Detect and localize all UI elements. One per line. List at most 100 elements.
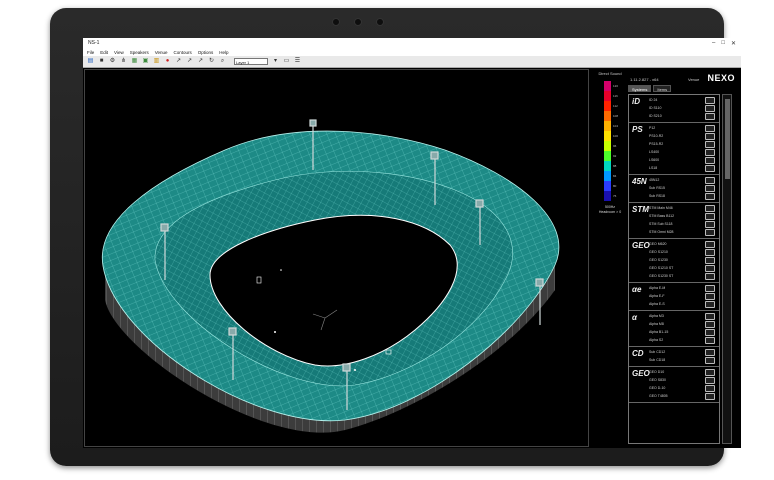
speaker-item-label: ID 24: [649, 98, 658, 102]
speaker-item-label: 45N12: [649, 178, 660, 182]
menu-venue[interactable]: Venue: [155, 50, 168, 55]
color-scale-step: [604, 121, 611, 131]
speaker-item-label: LS600: [649, 158, 660, 162]
speaker-icon: [705, 348, 715, 356]
speaker-icon: [705, 256, 715, 264]
speaker-icon: [705, 192, 715, 200]
color-scale-label: 76: [613, 194, 617, 198]
family-logo: CD: [632, 349, 644, 358]
speaker-item[interactable]: GEO S1230 ST: [629, 272, 719, 280]
speaker-item[interactable]: LS400: [629, 148, 719, 156]
speaker-item-label: GEO M620: [649, 242, 667, 246]
speaker-family: 45N 45N12 Sub RS15 Sub RS18: [629, 175, 719, 203]
speaker-icon: [705, 228, 715, 236]
zoom-icon[interactable]: ⌕: [219, 58, 226, 65]
speaker-icon: [705, 384, 715, 392]
menu-contours[interactable]: Contours: [174, 50, 192, 55]
color-scale-label: 116: [613, 94, 618, 98]
speaker-icon: [705, 204, 715, 212]
speaker-icon: [705, 132, 715, 140]
menu-edit[interactable]: Edit: [100, 50, 108, 55]
speaker-family: PS P12 PS10-R2 PS15-R2 LS400 LS600 LS18: [629, 123, 719, 175]
speaker-item[interactable]: ID S210: [629, 112, 719, 120]
stadium-3d-viewport[interactable]: [84, 69, 589, 447]
pointer-icon[interactable]: ↗: [175, 58, 182, 65]
speaker-item[interactable]: GEO S1230: [629, 256, 719, 264]
speaker-icon[interactable]: ▥: [153, 58, 160, 65]
color-scale-label: 80: [613, 184, 617, 188]
speaker-item[interactable]: LS600: [629, 156, 719, 164]
new-file-icon[interactable]: ▤: [87, 58, 94, 65]
color-scale-step: [604, 111, 611, 121]
speaker-item[interactable]: ID 24: [629, 96, 719, 104]
stop-icon[interactable]: ●: [164, 58, 171, 65]
tab-systems[interactable]: Systems: [628, 85, 652, 92]
measure-icon[interactable]: ↗: [197, 58, 204, 65]
close-button[interactable]: ✕: [731, 40, 736, 47]
menu-view[interactable]: View: [114, 50, 124, 55]
minimize-button[interactable]: –: [712, 40, 715, 47]
color-scale-footer: 500Hz Headroom > 0: [598, 205, 622, 214]
menu-help[interactable]: Help: [219, 50, 228, 55]
stadium-model: [101, 119, 560, 433]
speaker-icon: [705, 292, 715, 300]
speaker-item[interactable]: Sub RS18: [629, 192, 719, 200]
speaker-item-label: GEO S830: [649, 378, 666, 382]
share-icon[interactable]: ⋔: [120, 58, 127, 65]
scroll-thumb[interactable]: [725, 99, 730, 179]
save-icon[interactable]: ■: [98, 58, 105, 65]
family-logo: α: [632, 313, 637, 322]
speaker-icon: [705, 272, 715, 280]
speaker-item[interactable]: Alpha M8: [629, 320, 719, 328]
speaker-item[interactable]: ID S110: [629, 104, 719, 112]
speaker-icon: [705, 156, 715, 164]
camera-icon: [332, 18, 340, 26]
speaker-item[interactable]: Alpha B1-15: [629, 328, 719, 336]
color-scale-step: [604, 151, 611, 161]
menu-speakers[interactable]: Speakers: [130, 50, 149, 55]
list-icon[interactable]: ☰: [294, 58, 301, 65]
speaker-item[interactable]: Alpha E-S: [629, 300, 719, 308]
speaker-family: STM STM Main M46 STM Bass B112 STM Sub S118…: [629, 203, 719, 239]
family-logo: STM: [632, 205, 649, 214]
speaker-item[interactable]: STM Sub S118: [629, 220, 719, 228]
menu-file[interactable]: File: [87, 50, 94, 55]
speaker-item-label: STM Bass B112: [649, 214, 675, 218]
speaker-icon: [705, 124, 715, 132]
speaker-item-label: Alpha E-S: [649, 302, 665, 306]
color-scale-label: 100: [613, 134, 619, 138]
speaker-item-label: PS15-R2: [649, 142, 664, 146]
speaker-item-label: Alpha M8: [649, 322, 664, 326]
speaker-icon: [705, 356, 715, 364]
speaker-item[interactable]: LS18: [629, 164, 719, 172]
speaker-item[interactable]: Alpha E-F: [629, 292, 719, 300]
maximize-button[interactable]: □: [721, 40, 725, 47]
settings-icon[interactable]: ⚙: [109, 58, 116, 65]
speaker-item[interactable]: Alpha M3: [629, 312, 719, 320]
speaker-item[interactable]: STM Omni M28: [629, 228, 719, 236]
speaker-item[interactable]: GEO S1210 ST: [629, 264, 719, 272]
speaker-item-label: Sub CD18: [649, 358, 666, 362]
menu-options[interactable]: Options: [198, 50, 214, 55]
visibility-icon[interactable]: ▭: [283, 58, 290, 65]
speaker-item-label: GEO T4805: [649, 394, 668, 398]
speaker-item[interactable]: GEO T4805: [629, 392, 719, 400]
color-scale-step: [604, 131, 611, 141]
speaker-item[interactable]: Alpha S2: [629, 336, 719, 344]
aim-icon[interactable]: ↗: [186, 58, 193, 65]
tab-items[interactable]: Items: [653, 85, 672, 92]
speaker-item[interactable]: PS15-R2: [629, 140, 719, 148]
rotate-icon[interactable]: ↻: [208, 58, 215, 65]
chevron-down-icon[interactable]: ▾: [272, 58, 279, 65]
layers-icon[interactable]: ▣: [142, 58, 149, 65]
title-bar: NS-1 – □ ✕: [83, 38, 741, 48]
grid-icon[interactable]: ▦: [131, 58, 138, 65]
speaker-icon: [705, 96, 715, 104]
family-logo: αe: [632, 285, 642, 294]
color-scale-step: [604, 81, 611, 91]
color-scale-label: 88: [613, 164, 617, 168]
layer-dropdown[interactable]: Layer 1: [234, 58, 268, 65]
speaker-item[interactable]: Alpha E-M: [629, 284, 719, 292]
speaker-item[interactable]: GEO D-10: [629, 384, 719, 392]
panel-scrollbar[interactable]: [722, 94, 732, 444]
